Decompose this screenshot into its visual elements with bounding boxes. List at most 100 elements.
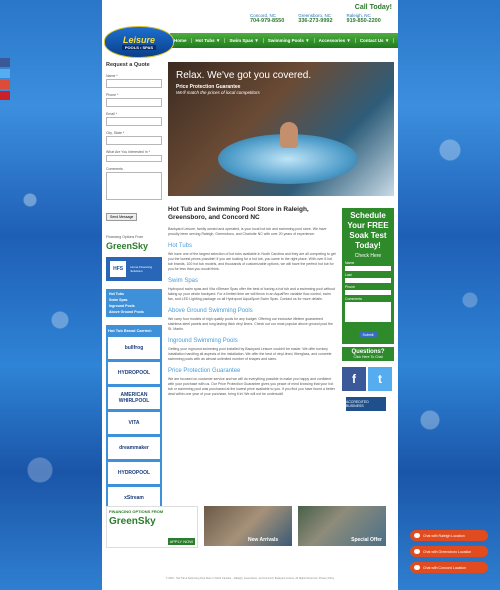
city-input[interactable] xyxy=(106,136,162,145)
footer-text: © 2015 · Hot Tub & Swimming Pool Store i… xyxy=(165,577,335,580)
submit-button[interactable]: Submit xyxy=(358,332,378,338)
interest-select[interactable] xyxy=(106,155,162,162)
comments-field: Comments xyxy=(106,167,162,200)
inground-paragraph: Getting your inground swimming pool inst… xyxy=(168,347,332,361)
chat-bubble-icon xyxy=(414,533,420,538)
chat-bubble-icon xyxy=(414,565,420,570)
brand-bullfrog[interactable]: bullfrog xyxy=(108,337,160,359)
section-heading: Hot Tubs xyxy=(168,243,193,249)
check-here-checkbox[interactable]: Check Here xyxy=(345,253,391,259)
intro-paragraph: Backyard Leisure, family owned and opera… xyxy=(168,227,327,236)
chat-bubble-icon xyxy=(414,549,420,554)
questions-subtitle: Click Here To Chat xyxy=(353,355,383,359)
email-input[interactable] xyxy=(106,117,162,126)
phone-input[interactable] xyxy=(106,98,162,107)
page-title: Hot Tub and Swimming Pool Store in Ralei… xyxy=(168,206,309,221)
interest-field: What Are You Interested In * xyxy=(106,150,162,162)
soak-phone-input[interactable] xyxy=(345,290,391,295)
chat-label: Chat with Concord Location xyxy=(423,565,466,570)
promo-label: New Arrivals xyxy=(248,537,279,543)
schedule-line: Today! xyxy=(355,241,381,250)
hero-banner[interactable]: Relax. We've got you covered. Price Prot… xyxy=(168,62,394,196)
site-logo[interactable]: Leisure POOLS • SPAS xyxy=(104,26,174,58)
brand-hydropool[interactable]: HYDROPOOL xyxy=(108,362,160,384)
chat-greensboro-button[interactable]: Chat with Greensboro Location xyxy=(410,546,488,557)
nav-swim-spas[interactable]: Swim Spas ▼ xyxy=(225,38,264,43)
brands-title: Hot Tub Brand Carried: xyxy=(108,328,152,333)
hero-tagline: We'll match the prices of local competit… xyxy=(176,90,260,95)
apply-now-button[interactable]: APPLY NOW xyxy=(167,538,195,545)
left-sidebar: Request a Quote Name * Phone * Email * C… xyxy=(106,62,162,515)
brand-dreammaker[interactable]: dreammaker xyxy=(108,437,160,459)
header: Call Today! Concord, NC 704-979-8550 Gre… xyxy=(102,0,398,58)
soak-test-form: Schedule Your FREE Soak Test Today! Chec… xyxy=(342,208,394,344)
soak-name-input[interactable] xyxy=(345,266,391,271)
call-today: Call Today! xyxy=(354,4,392,11)
chat-label: Chat with Raleigh Location xyxy=(423,533,465,538)
section-heading: Price Protection Guarantee xyxy=(168,368,241,374)
soak-comments-textarea[interactable] xyxy=(345,302,391,322)
promo-row: FINANCING OPTIONS FROM GreenSky APPLY NO… xyxy=(106,506,394,548)
city-field: City, State * xyxy=(106,131,162,145)
brand-american-whirlpool[interactable]: AMERICAN WHIRLPOOL xyxy=(108,387,160,409)
soak-last-input[interactable] xyxy=(345,278,391,283)
brand-vita[interactable]: VITA xyxy=(108,412,160,434)
google-plus-icon[interactable] xyxy=(0,80,10,89)
send-message-button[interactable]: Send Message xyxy=(106,213,138,221)
nav-accessories[interactable]: Accessories ▼ xyxy=(315,38,356,43)
facebook-icon[interactable] xyxy=(0,58,10,67)
hfs-text: Home Financing Solutions xyxy=(130,265,153,273)
phone-concord[interactable]: Concord, NC 704-979-8550 xyxy=(250,13,284,24)
social-sidebar xyxy=(0,58,10,102)
section-heading: Above Ground Swimming Pools xyxy=(168,308,253,314)
bbb-badge[interactable]: ACCREDITED BUSINESS xyxy=(346,397,386,411)
main-nav: Home Hot Tubs ▼ Swim Spas ▼ Swimming Poo… xyxy=(170,33,398,48)
section-heading: Swim Spas xyxy=(168,278,199,284)
questions-chat-button[interactable]: Questions? Click Here To Chat xyxy=(342,347,394,361)
hfs-banner[interactable]: HFS Home Financing Solutions xyxy=(106,257,162,281)
phone-number: 704-979-8550 xyxy=(250,18,285,24)
field-label: Email * xyxy=(106,112,118,116)
chat-concord-button[interactable]: Chat with Concord Location xyxy=(410,562,488,573)
special-offer-promo[interactable]: Special Offer xyxy=(298,506,386,546)
social-links: f t xyxy=(342,367,394,391)
phone-raleigh[interactable]: Raleigh, NC 919-850-2200 xyxy=(347,13,381,24)
logo-text: Leisure xyxy=(122,34,155,45)
new-arrivals-promo[interactable]: New Arrivals xyxy=(204,506,292,546)
brand-hydropool-2[interactable]: HYDROPOOL xyxy=(108,462,160,484)
nav-swimming-pools[interactable]: Swimming Pools ▼ xyxy=(264,38,315,43)
phone-number: 919-850-2200 xyxy=(346,18,381,24)
nav-hot-tubs[interactable]: Hot Tubs ▼ xyxy=(192,38,226,43)
phone-greensboro[interactable]: Greensboro, NC 336-273-9992 xyxy=(298,13,332,24)
greensky-logo[interactable]: GreenSky xyxy=(106,241,162,251)
link-above-ground-pools[interactable]: Above Ground Pools xyxy=(109,309,159,315)
comments-textarea[interactable] xyxy=(106,172,162,200)
email-field: Email * xyxy=(106,112,162,126)
person-image xyxy=(280,122,298,148)
schedule-line: Soak Test xyxy=(349,231,387,240)
chat-raleigh-button[interactable]: Chat with Raleigh Location xyxy=(410,530,488,541)
field-label: Phone xyxy=(345,285,356,289)
page-container: Call Today! Concord, NC 704-979-8550 Gre… xyxy=(102,0,398,590)
field-label: Phone * xyxy=(106,93,119,97)
swim-spas-paragraph: Hydropool swim spas and Vita xStream Spa… xyxy=(168,287,335,301)
hfs-logo: HFS xyxy=(110,261,127,277)
twitter-icon[interactable] xyxy=(0,69,10,78)
chat-label: Chat with Greensboro Location xyxy=(423,549,472,554)
right-sidebar: Schedule Your FREE Soak Test Today! Chec… xyxy=(342,208,394,411)
hot-tubs-paragraph: We have one of the largest selection of … xyxy=(168,252,336,271)
nav-contact[interactable]: Contact Us ▼ xyxy=(356,38,395,43)
field-label: What Are You Interested In * xyxy=(106,150,150,154)
section-heading: Inground Swimming Pools xyxy=(168,338,238,344)
facebook-icon[interactable]: f xyxy=(342,367,366,391)
pinterest-icon[interactable] xyxy=(0,91,10,100)
twitter-icon[interactable]: t xyxy=(368,367,392,391)
quote-form-title: Request a Quote xyxy=(106,62,150,68)
field-label: Last xyxy=(345,273,352,277)
brands-panel: Hot Tub Brand Carried: bullfrog HYDROPOO… xyxy=(106,325,162,515)
chat-widgets: Chat with Raleigh Location Chat with Gre… xyxy=(410,530,488,578)
field-label: Name xyxy=(345,261,355,265)
field-label: City, State * xyxy=(106,131,125,135)
name-input[interactable] xyxy=(106,79,162,88)
greensky-promo[interactable]: FINANCING OPTIONS FROM GreenSky APPLY NO… xyxy=(106,506,198,548)
